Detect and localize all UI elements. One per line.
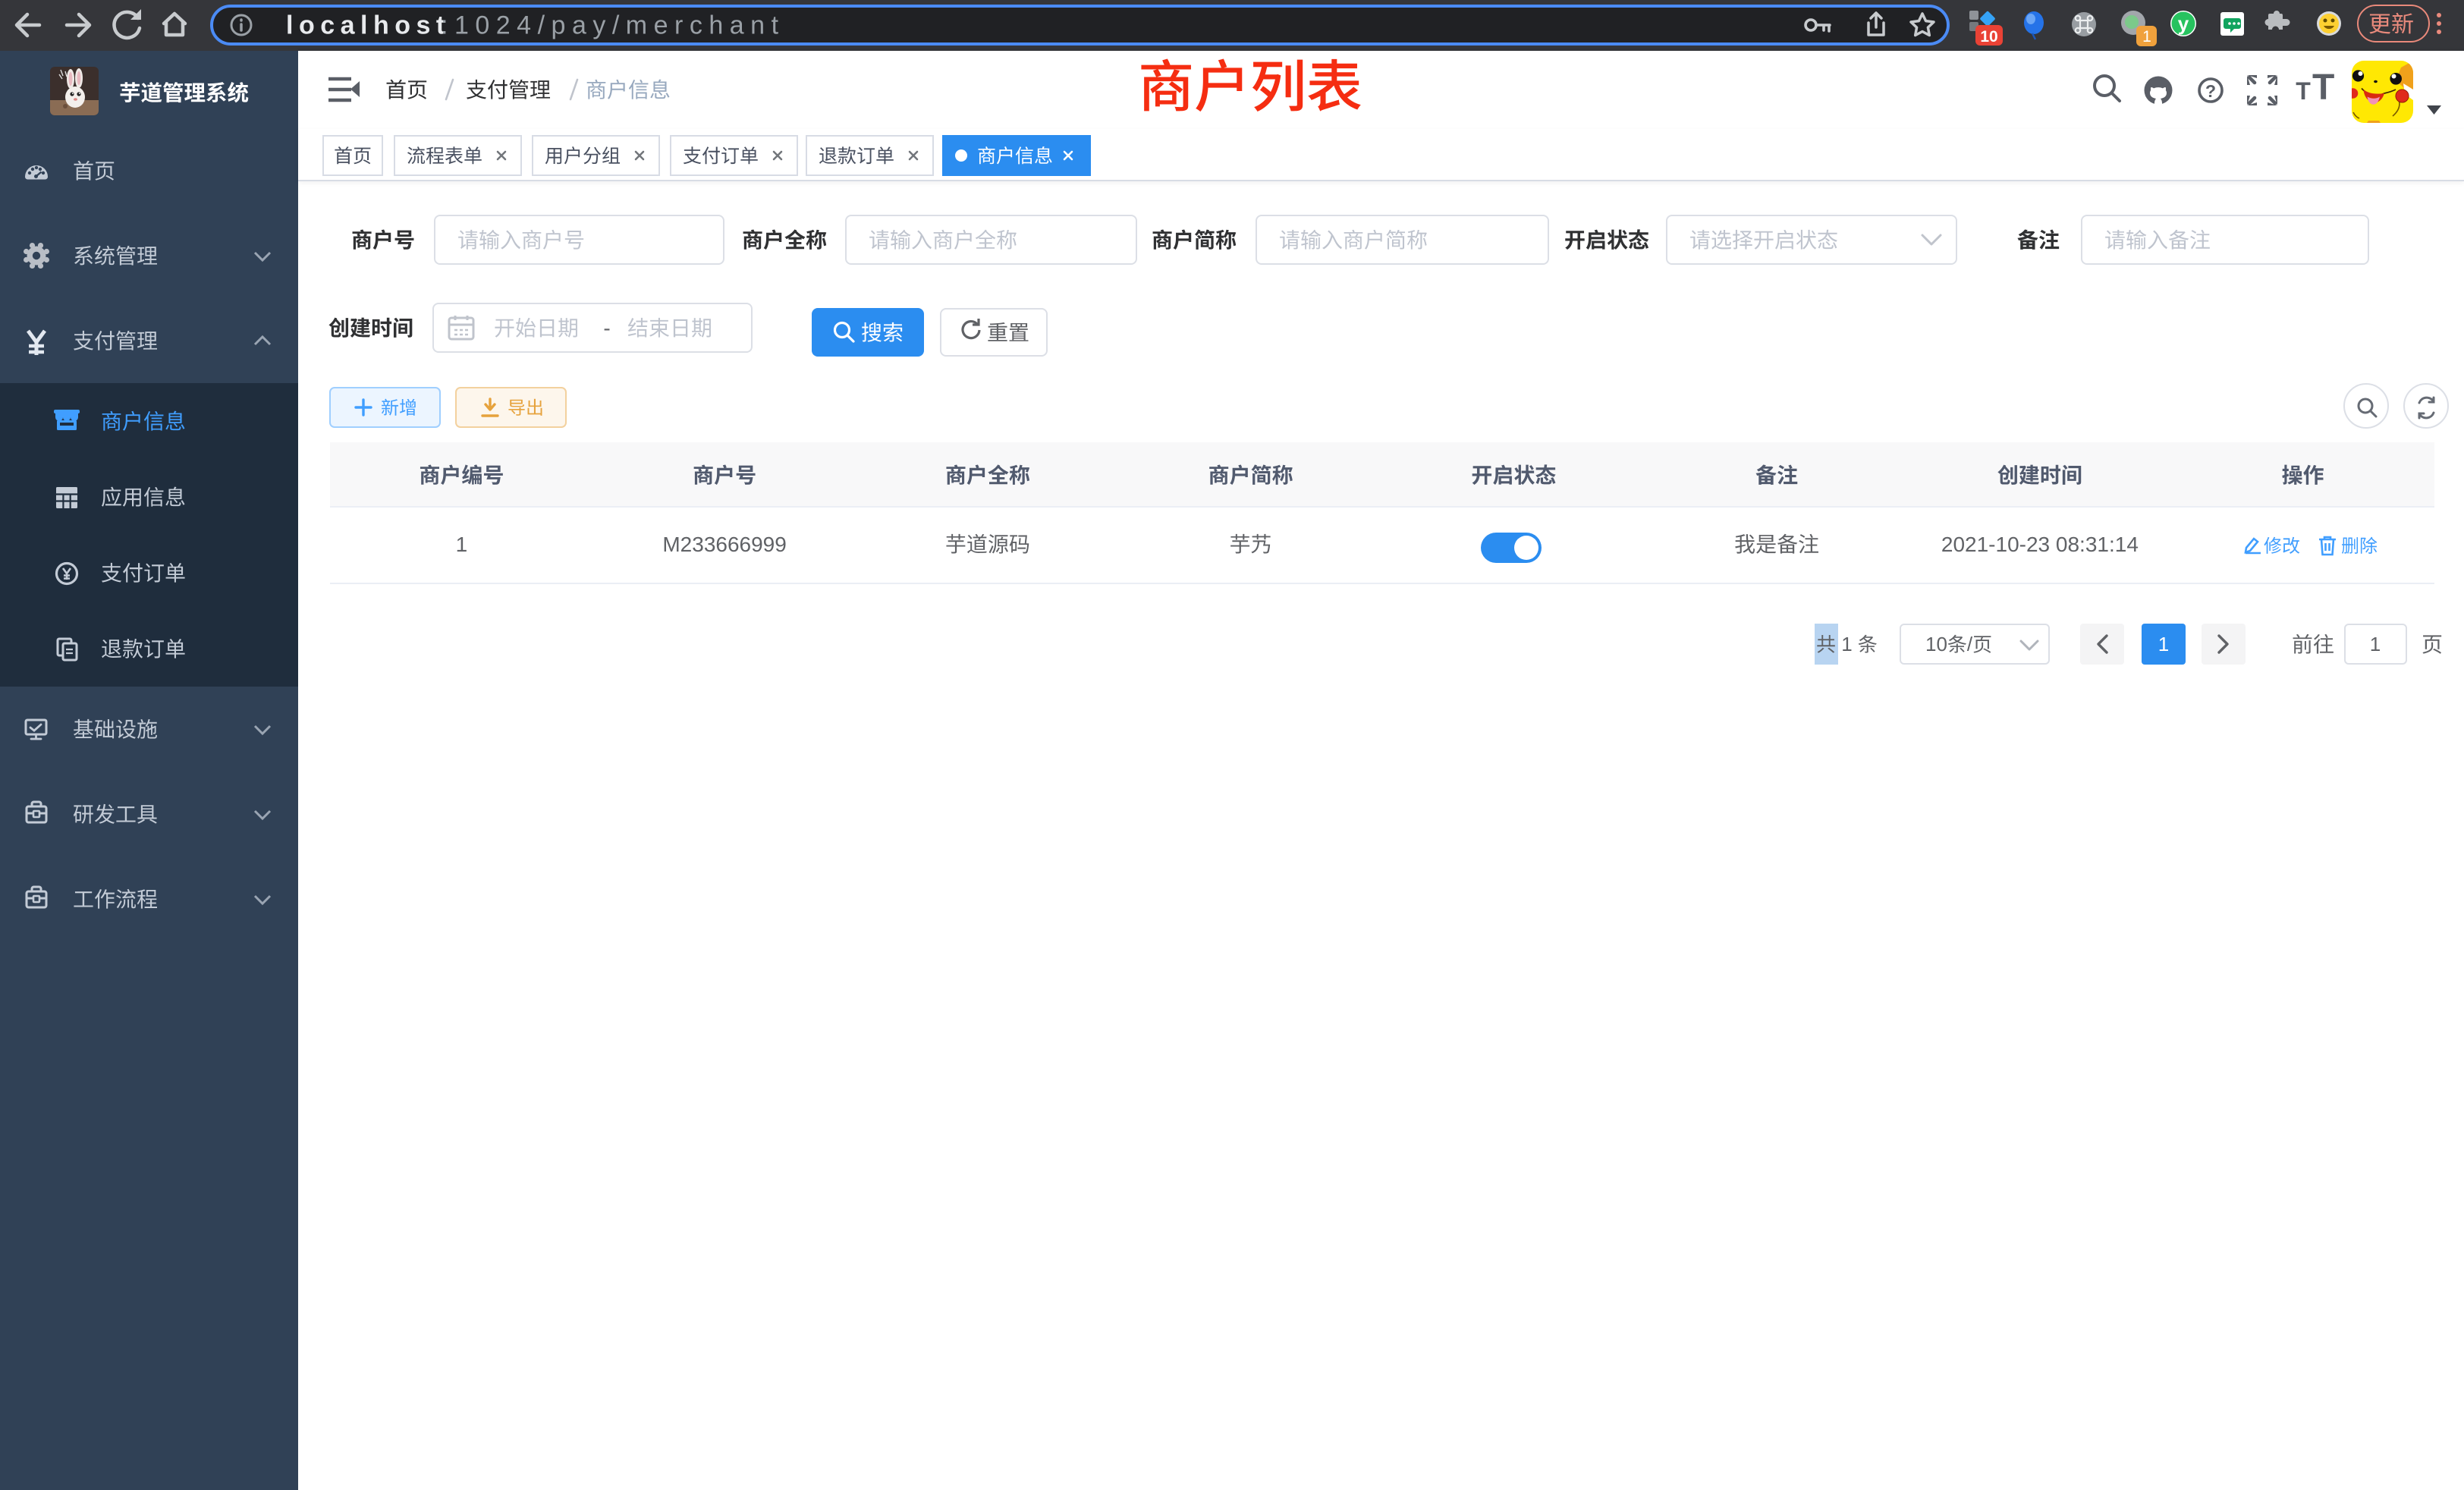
svg-text:M233666999: M233666999 xyxy=(662,533,786,556)
svg-text:y: y xyxy=(2178,12,2189,35)
svg-text:/: / xyxy=(1967,633,1973,655)
svg-text:-: - xyxy=(603,316,610,340)
svg-text:2021-10-23 08:31:14: 2021-10-23 08:31:14 xyxy=(1941,533,2139,556)
svg-text::1024/pay/merchant: :1024/pay/merchant xyxy=(441,11,785,40)
svg-text:localhost: localhost xyxy=(286,11,451,40)
svg-text:1: 1 xyxy=(1841,633,1852,655)
svg-text:1: 1 xyxy=(2370,633,2381,655)
svg-text:10: 10 xyxy=(1925,633,1947,655)
svg-text:T: T xyxy=(2312,68,2334,108)
svg-text:1: 1 xyxy=(2142,28,2151,46)
svg-text:10: 10 xyxy=(1980,28,1997,46)
svg-text:T: T xyxy=(2296,77,2311,105)
svg-text:1: 1 xyxy=(2158,633,2169,655)
svg-text:?: ? xyxy=(2205,81,2216,101)
svg-text:1: 1 xyxy=(456,533,468,556)
